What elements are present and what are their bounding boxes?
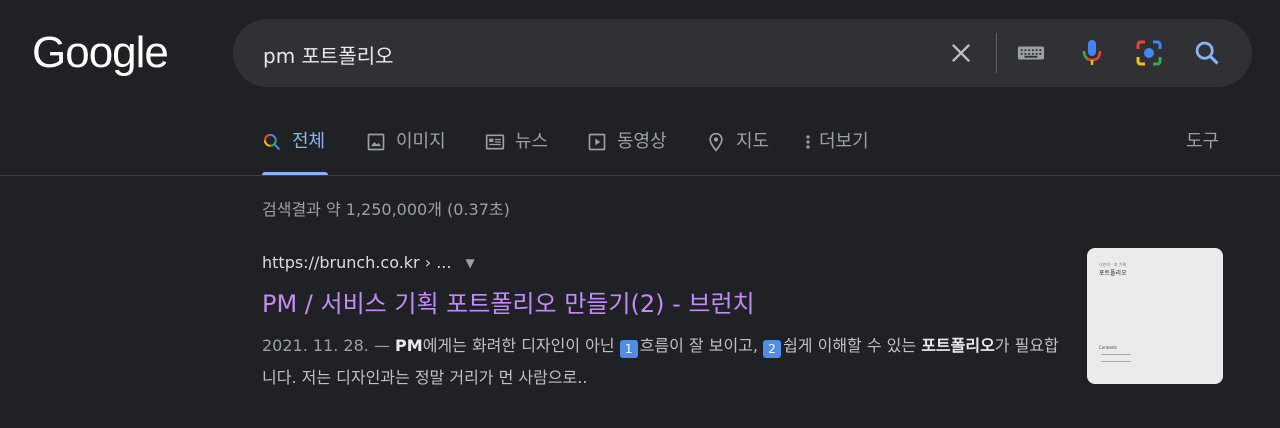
keyboard-icon[interactable] (1017, 39, 1045, 67)
result-thumbnail[interactable]: 나만의 · 포 기획 포트폴리오 Contents (1087, 248, 1223, 384)
map-pin-icon (709, 132, 723, 152)
tab-images[interactable]: 이미지 (366, 127, 446, 175)
result-stats: 검색결과 약 1,250,000개 (0.37초) (262, 200, 510, 219)
tab-videos[interactable]: 동영상 (587, 127, 667, 175)
search-box[interactable]: pm 포트폴리오 (233, 19, 1252, 87)
microphone-icon[interactable] (1078, 39, 1106, 67)
result-snippet: 2021. 11. 28. — PM에게는 화려한 디자인이 아닌 1 흐름이 잘… (262, 330, 1072, 394)
tab-all[interactable]: 전체 (262, 127, 328, 175)
more-vert-icon (806, 135, 810, 149)
snippet-bold: PM (395, 336, 423, 355)
tab-more[interactable]: 더보기 (803, 127, 869, 175)
tab-label: 이미지 (396, 131, 446, 152)
lens-camera-icon[interactable] (1135, 39, 1163, 67)
thumbnail-line (1101, 361, 1131, 362)
chevron-down-icon[interactable]: ▼ (465, 256, 474, 270)
tab-news[interactable]: 뉴스 (485, 127, 548, 175)
result-url[interactable]: https://brunch.co.kr › ... ▼ (262, 253, 475, 272)
snippet-text: 흐름이 잘 보이고, (639, 336, 764, 355)
tab-label: 동영상 (617, 131, 667, 152)
image-icon (367, 133, 385, 151)
search-icon[interactable] (1193, 39, 1221, 67)
google-logo[interactable]: Google (32, 28, 169, 78)
tab-label: 더보기 (819, 131, 869, 152)
tab-label: 전체 (292, 131, 326, 152)
result-title-link[interactable]: PM / 서비스 기획 포트폴리오 만들기(2) - 브런치 (262, 284, 755, 319)
video-icon (588, 133, 606, 151)
thumbnail-line (1101, 354, 1131, 355)
tools-button[interactable]: 도구 (1186, 127, 1219, 153)
search-icon (263, 133, 281, 151)
news-icon (485, 134, 505, 150)
clear-icon[interactable] (947, 39, 975, 67)
snippet-text: 쉽게 이해할 수 있는 (783, 336, 922, 355)
result-url-text: https://brunch.co.kr › ... (262, 253, 452, 272)
thumbnail-title: 포트폴리오 (1099, 270, 1127, 277)
snippet-text: 에게는 화려한 디자인이 아닌 (422, 336, 620, 355)
keycap-two-icon: 2 (763, 340, 782, 358)
result-date: 2021. 11. 28. — (262, 336, 390, 355)
keycap-one-icon: 1 (619, 340, 638, 358)
tabs-divider (0, 175, 1280, 176)
tab-label: 지도 (736, 131, 770, 152)
thumbnail-contents: Contents (1099, 345, 1117, 350)
snippet-bold: 포트폴리오 (921, 336, 995, 355)
tab-maps[interactable]: 지도 (706, 127, 769, 175)
search-divider (996, 33, 997, 73)
search-input[interactable]: pm 포트폴리오 (263, 40, 394, 69)
tab-label: 뉴스 (515, 131, 549, 152)
